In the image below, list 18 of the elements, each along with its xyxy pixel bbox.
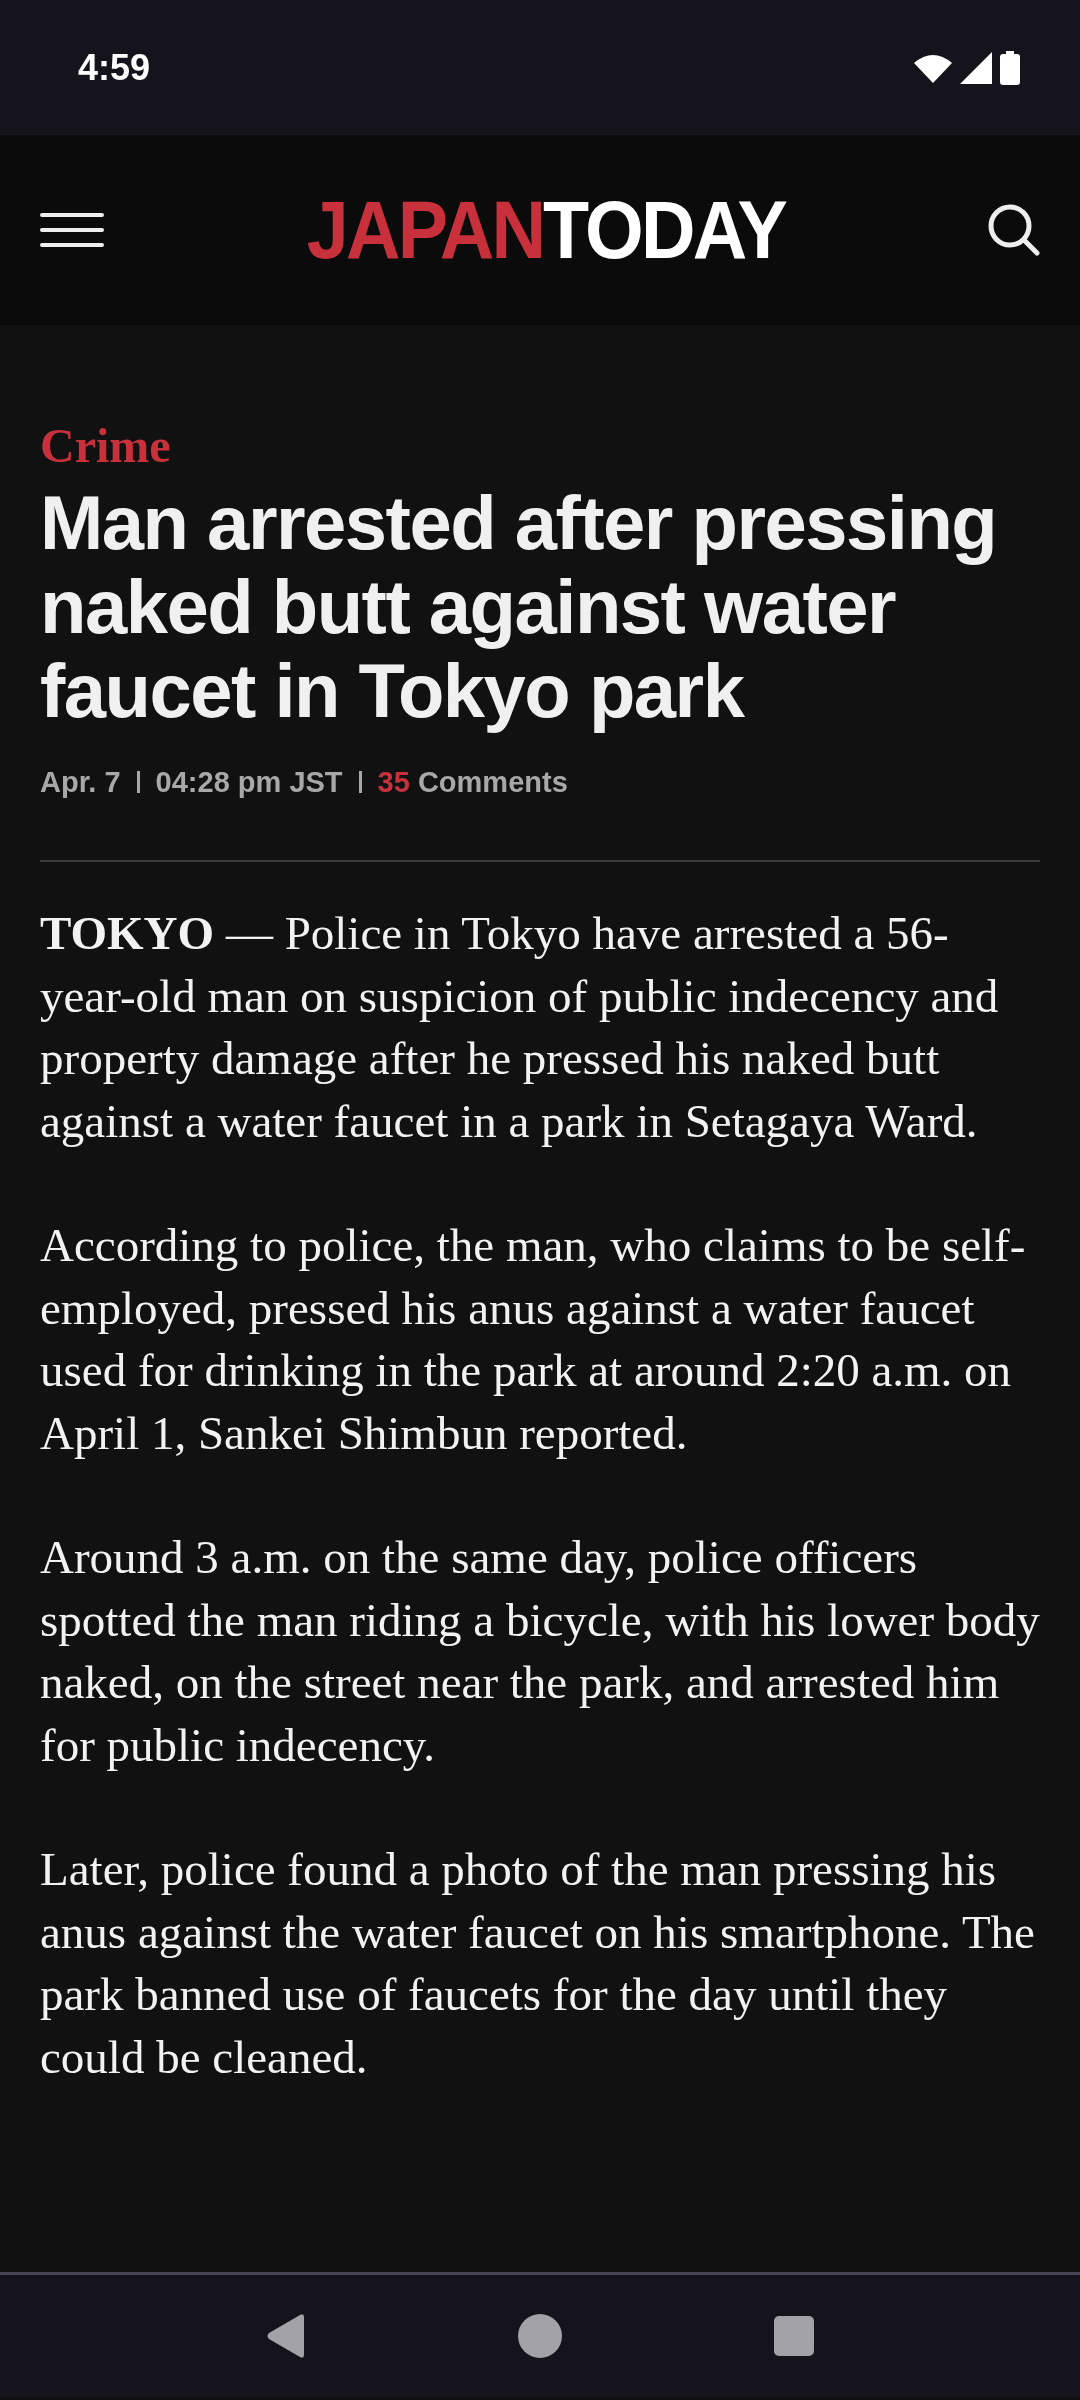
publish-time: 04:28 pm JST [155, 764, 343, 800]
comments-link[interactable]: 35 Comments [377, 760, 568, 805]
search-icon[interactable] [988, 204, 1040, 256]
status-time: 4:59 [78, 45, 151, 90]
publish-date: Apr. 7 [40, 764, 121, 800]
category-link[interactable]: Crime [40, 417, 1040, 475]
article-headline: Man arrested after pressing naked butt against water faucet in Tokyo park [40, 480, 998, 733]
battery-icon [1000, 50, 1020, 85]
article-paragraph: According to police, the man, who claims to be self-employed, pressed his anus against a water faucet used for drinking in the park at around 2:20 a.m. on April 1, Sankei Shimbun reported. [40, 1218, 1027, 1461]
back-icon[interactable] [266, 2313, 306, 2359]
wifi-icon [914, 52, 952, 83]
menu-icon[interactable] [40, 212, 104, 248]
site-logo[interactable]: JAPANTODAY [306, 189, 786, 271]
home-icon[interactable] [516, 2312, 564, 2360]
article-paragraph: TOKYO — Police in Tokyo have arrested a 56-year-old man on suspicion of public indecency and property damage after he pressed his naked butt against a water faucet in a park in Setagaya Ward. [40, 906, 1000, 1149]
article-paragraph: Later, police found a photo of the man pressing his anus against the water faucet on his smartphone. The park banned use of faucets for the day until they could be cleaned. [40, 1842, 1036, 2085]
article-paragraph: Around 3 a.m. on the same day, police officers spotted the man riding a bicycle, with his lower body naked, on the street near the park, and arrested him for public indecency. [40, 1530, 1040, 1773]
signal-icon [960, 51, 992, 84]
